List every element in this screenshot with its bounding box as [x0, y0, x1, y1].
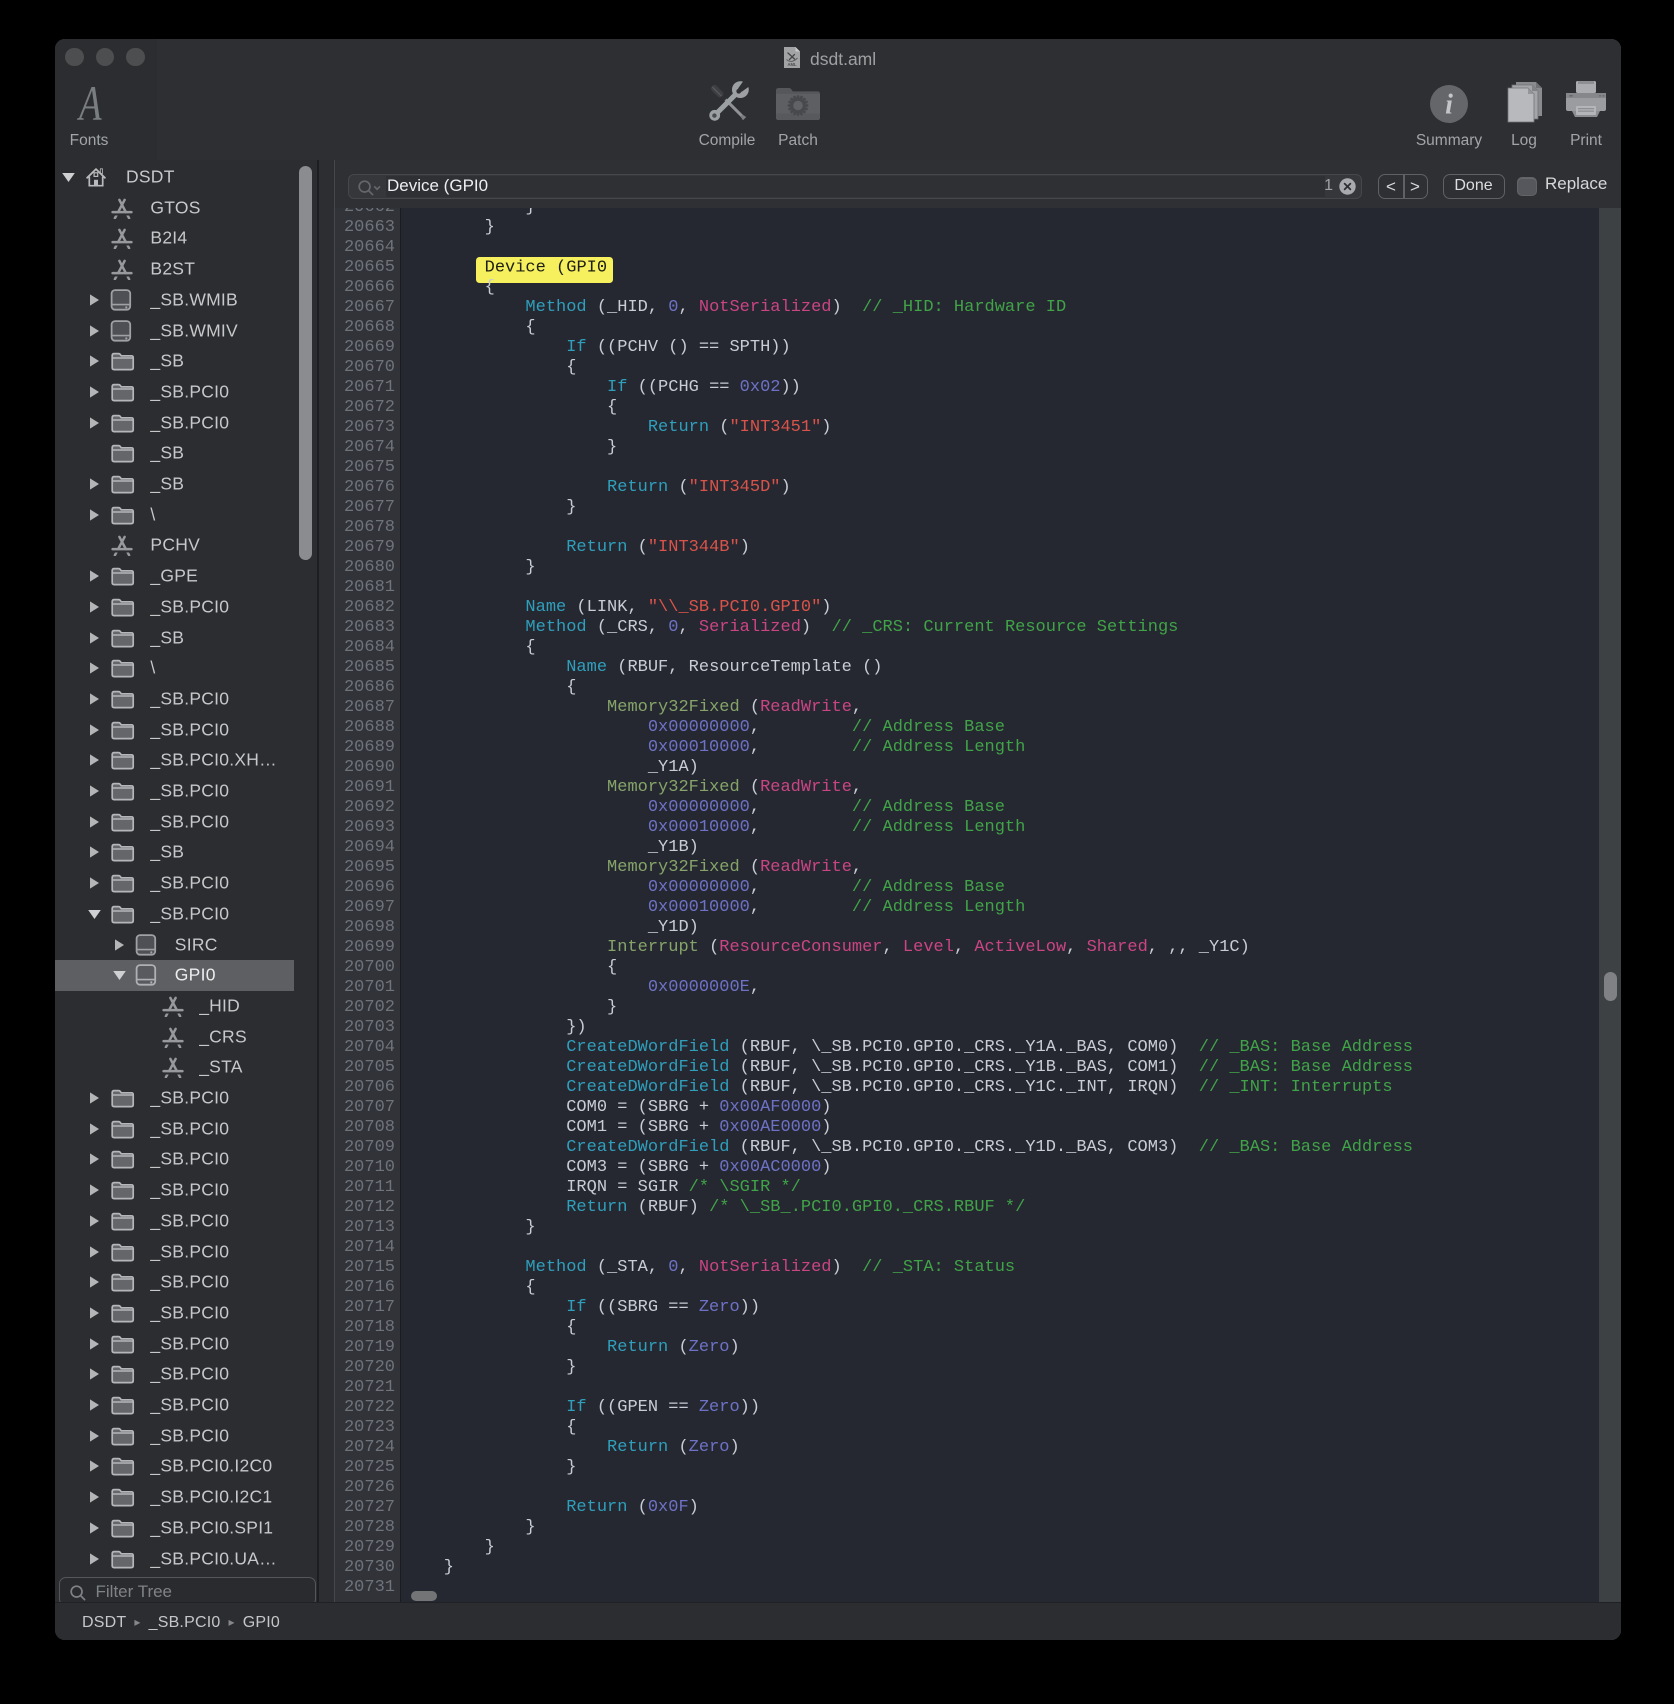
svg-text:AML: AML [787, 62, 797, 67]
svg-text:i: i [1445, 90, 1453, 121]
